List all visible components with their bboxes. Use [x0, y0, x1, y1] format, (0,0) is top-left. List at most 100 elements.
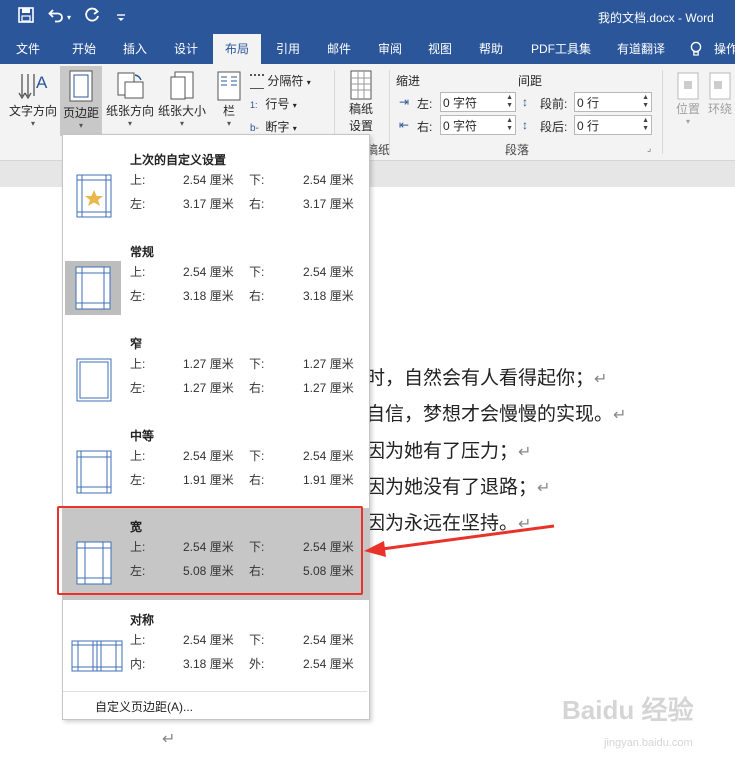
line-numbers-button[interactable]: 1: 行号 ▾ — [250, 95, 297, 112]
highlight-box — [57, 506, 363, 595]
paragraph-mark: ↵ — [518, 442, 532, 461]
last-custom-margins-icon — [71, 169, 125, 223]
spinner-arrows-icon[interactable]: ▲ ▼ — [642, 94, 649, 110]
document-line[interactable]: 自信，梦想才会慢慢的实现。↵ — [366, 399, 626, 426]
undo-icon[interactable] — [48, 7, 64, 27]
draft-paper-button[interactable]: 稿纸 设置 — [340, 70, 382, 134]
left-value: 3.18 厘米 — [183, 289, 234, 303]
paragraph-mark: ↵ — [537, 478, 551, 497]
tab-youdao-translate[interactable]: 有道翻译 — [608, 34, 674, 64]
margins-dropdown: 上次的自定义设置 上: 2.54 厘米 下: 2.54 厘米 左: 3.17 厘… — [62, 134, 370, 720]
margin-preset-moderate[interactable]: 中等 上: 2.54 厘米 下: 2.54 厘米 左: 1.91 厘米 右: 1… — [63, 417, 369, 509]
preset-name: 中等 — [130, 429, 155, 443]
bottom-value: 2.54 厘米 — [303, 449, 354, 463]
indent-left-input[interactable]: 0 字符 ▲ ▼ — [440, 92, 516, 112]
space-after-icon: ↕ — [522, 118, 528, 132]
inside-label: 内: — [130, 657, 146, 671]
line-numbers-label: 行号 — [265, 97, 290, 111]
left-label: 左: — [130, 197, 146, 211]
left-label: 左: — [130, 289, 146, 303]
preset-name: 对称 — [130, 613, 155, 627]
window-title: 我的文档.docx - Word — [598, 11, 714, 25]
breaks-button[interactable]: 分隔符 ▾ — [250, 72, 311, 90]
draft-paper-label-2: 设置 — [348, 119, 373, 133]
space-before-input[interactable]: 0 行 ▲ ▼ — [574, 92, 652, 112]
bottom-label: 下: — [249, 173, 265, 187]
space-before-icon: ↕ — [522, 95, 528, 109]
position-button[interactable]: 位置 ▾ — [668, 72, 708, 126]
dialog-launcher-icon[interactable]: ⌟ — [647, 143, 651, 154]
orientation-button[interactable]: 纸张方向 ▾ — [104, 70, 156, 128]
preset-name: 上次的自定义设置 — [130, 153, 227, 167]
tab-insert[interactable]: 插入 — [111, 34, 159, 64]
paragraph-mark: ↵ — [594, 369, 608, 388]
outside-label: 外: — [249, 657, 265, 671]
top-label: 上: — [130, 265, 146, 279]
save-icon[interactable] — [18, 7, 34, 27]
columns-button[interactable]: 栏 ▾ — [212, 70, 246, 128]
bottom-value: 1.27 厘米 — [303, 357, 354, 371]
margin-preset-last-custom[interactable]: 上次的自定义设置 上: 2.54 厘米 下: 2.54 厘米 左: 3.17 厘… — [63, 141, 369, 233]
tab-file[interactable]: 文件 — [4, 34, 52, 64]
size-label: 纸张大小 — [157, 104, 206, 118]
indent-left-label: 左: — [417, 97, 433, 111]
tab-view[interactable]: 视图 — [416, 34, 464, 64]
tab-design[interactable]: 设计 — [162, 34, 210, 64]
tab-review[interactable]: 审阅 — [366, 34, 414, 64]
document-line[interactable]: 因为她没有了退路；↵ — [366, 472, 550, 499]
tab-layout[interactable]: 布局 — [213, 34, 261, 64]
margin-preset-normal[interactable]: 常规 上: 2.54 厘米 下: 2.54 厘米 左: 3.18 厘米 右: 3… — [63, 233, 369, 325]
margins-button[interactable]: 页边距 ▾ — [60, 66, 102, 136]
undo-dropdown-icon[interactable]: ▾ — [67, 13, 71, 22]
spinner-arrows-icon[interactable]: ▲ ▼ — [642, 117, 649, 133]
space-after-input[interactable]: 0 行 ▲ ▼ — [574, 115, 652, 135]
outside-value: 2.54 厘米 — [303, 657, 354, 671]
spinner-arrows-icon[interactable]: ▲ ▼ — [506, 94, 513, 110]
tab-home[interactable]: 开始 — [60, 34, 108, 64]
customize-qat-icon[interactable] — [116, 10, 126, 27]
right-value: 1.91 厘米 — [303, 473, 354, 487]
space-before-label: 段前: — [540, 97, 568, 111]
tab-mailings[interactable]: 邮件 — [315, 34, 363, 64]
space-after-value: 0 行 — [577, 119, 600, 133]
wrap-text-button[interactable]: 环绕 — [708, 72, 735, 117]
right-label: 右: — [249, 289, 265, 303]
paragraph-mark: ↵ — [162, 729, 176, 748]
size-button[interactable]: 纸张大小 ▾ — [156, 70, 208, 128]
text-direction-button[interactable]: A 文字方向 ▾ — [6, 70, 60, 128]
moderate-margins-icon — [71, 445, 125, 499]
lightbulb-icon[interactable] — [686, 34, 706, 64]
spinner-arrows-icon[interactable]: ▲ ▼ — [506, 117, 513, 133]
bottom-label: 下: — [249, 633, 265, 647]
indent-header: 缩进 — [396, 74, 421, 88]
tab-tell-me[interactable]: 操作 — [714, 34, 735, 64]
bottom-label: 下: — [249, 357, 265, 371]
space-before-value: 0 行 — [577, 96, 600, 110]
baidu-logo-icon: Baidu 经验 — [562, 695, 694, 725]
bottom-value: 2.54 厘米 — [303, 173, 354, 187]
draft-paper-label-1: 稿纸 — [348, 102, 373, 116]
left-value: 1.27 厘米 — [183, 381, 234, 395]
document-line[interactable]: 时，自然会有人看得起你；↵ — [366, 363, 607, 390]
breaks-icon — [250, 74, 264, 90]
tab-references[interactable]: 引用 — [264, 34, 312, 64]
mirrored-margins-icon — [71, 629, 125, 683]
indent-left-value: 0 字符 — [443, 96, 478, 110]
columns-label: 栏 — [222, 104, 235, 118]
top-value: 2.54 厘米 — [183, 633, 234, 647]
redo-icon[interactable] — [84, 7, 100, 27]
margins-icon — [69, 70, 93, 104]
orientation-label: 纸张方向 — [105, 104, 154, 118]
tab-help[interactable]: 帮助 — [467, 34, 515, 64]
tab-pdf-tools[interactable]: PDF工具集 — [522, 34, 600, 64]
text-direction-label: 文字方向 — [8, 104, 57, 118]
document-line[interactable]: 因为她有了压力；↵ — [366, 436, 531, 463]
custom-margins-menu-item[interactable]: 自定义页边距(A)... — [95, 698, 193, 715]
indent-right-input[interactable]: 0 字符 ▲ ▼ — [440, 115, 516, 135]
margin-preset-mirrored[interactable]: 对称 上: 2.54 厘米 下: 2.54 厘米 内: 3.18 厘米 外: 2… — [63, 601, 369, 693]
hyphenation-button[interactable]: b‑ 断字 ▾ — [250, 118, 297, 135]
menu-divider — [63, 691, 367, 692]
narrow-margins-icon — [71, 353, 125, 407]
margin-preset-narrow[interactable]: 窄 上: 1.27 厘米 下: 1.27 厘米 左: 1.27 厘米 右: 1.… — [63, 325, 369, 417]
group-divider — [389, 70, 390, 154]
